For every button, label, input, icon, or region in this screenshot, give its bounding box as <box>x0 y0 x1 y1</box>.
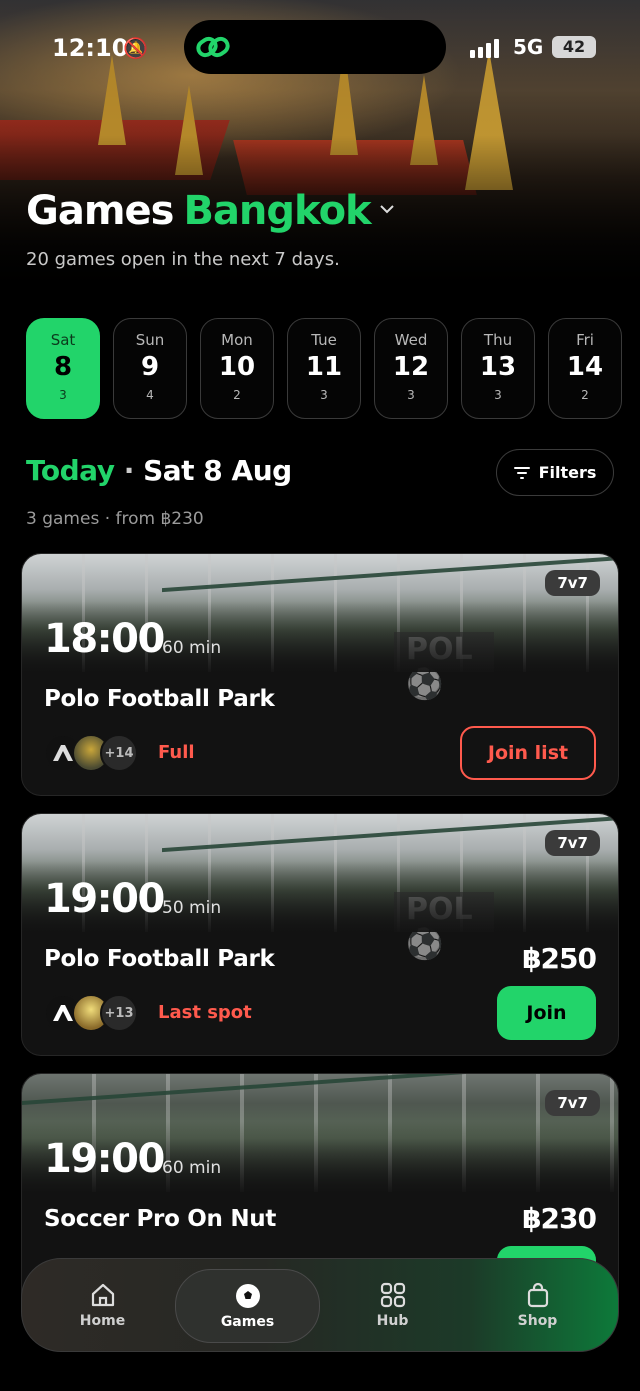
date-chip[interactable]: Mon 10 2 <box>200 318 274 419</box>
game-duration: 60 min <box>162 1158 222 1178</box>
chevron-down-icon[interactable] <box>378 200 396 218</box>
tab-label: Shop <box>517 1313 558 1329</box>
grid-icon <box>380 1282 405 1308</box>
section-date: Sat 8 Aug <box>143 454 292 487</box>
date-count: 3 <box>320 388 328 402</box>
date-day: 9 <box>140 352 160 382</box>
venue-name: Polo Football Park <box>44 946 275 972</box>
brand-logo-icon <box>53 1005 73 1021</box>
battery-icon: 42 <box>552 36 596 58</box>
bottom-tab-bar: Home Games Hub Shop <box>21 1258 619 1352</box>
date-day: 11 <box>305 352 343 382</box>
game-price: ฿230 <box>522 1202 597 1235</box>
home-icon <box>91 1283 114 1307</box>
date-count: 4 <box>146 388 154 402</box>
tab-home[interactable]: Home <box>30 1269 175 1343</box>
date-day: 10 <box>218 352 256 382</box>
tab-shop[interactable]: Shop <box>465 1269 610 1343</box>
bag-icon <box>527 1282 548 1308</box>
venue-name: Polo Football Park <box>44 686 275 712</box>
bell-muted-icon: 🔕 <box>123 36 148 60</box>
join-list-button[interactable]: Join list <box>460 726 596 780</box>
title-games: Games <box>26 188 174 234</box>
tab-label: Hub <box>376 1313 409 1329</box>
more-players-count: +14 <box>100 734 138 772</box>
date-day: 14 <box>566 352 604 382</box>
date-day: 8 <box>53 352 73 382</box>
game-price: ฿250 <box>522 942 597 975</box>
date-count: 3 <box>59 388 67 402</box>
date-dow: Thu <box>483 331 513 349</box>
date-selector: Sat 8 3 Sun 9 4 Mon 10 2 Tue 11 3 Wed 12… <box>26 318 622 419</box>
page-title: Games Bangkok <box>26 188 394 234</box>
ball-icon <box>235 1284 260 1308</box>
status-bar: 12:10 🔕 5G 42 <box>0 20 640 76</box>
network-type: 5G <box>513 35 544 59</box>
format-badge: 7v7 <box>545 830 600 856</box>
tab-label: Home <box>79 1313 126 1329</box>
game-card[interactable]: POL⚽ 7v7 18:00 60 min Polo Football Park… <box>21 553 619 796</box>
date-chip[interactable]: Sat 8 3 <box>26 318 100 419</box>
date-count: 2 <box>233 388 241 402</box>
date-chip[interactable]: Thu 13 3 <box>461 318 535 419</box>
player-avatars: +14 <box>44 734 138 772</box>
date-count: 3 <box>494 388 502 402</box>
page-subtitle: 20 games open in the next 7 days. <box>26 249 340 270</box>
date-chip[interactable]: Wed 12 3 <box>374 318 448 419</box>
filters-label: Filters <box>538 463 597 482</box>
games-summary: 3 games · from ฿230 <box>26 509 204 529</box>
status-time: 12:10 <box>52 34 129 62</box>
game-status: Last spot <box>158 1002 252 1023</box>
signal-icon <box>470 38 499 58</box>
player-avatars: +13 <box>44 994 138 1032</box>
game-status: Full <box>158 742 195 763</box>
game-time: 19:00 <box>44 876 165 922</box>
format-badge: 7v7 <box>545 570 600 596</box>
game-duration: 50 min <box>162 898 222 918</box>
game-duration: 60 min <box>162 638 222 658</box>
city-selector[interactable]: Bangkok <box>183 188 371 234</box>
filters-button[interactable]: Filters <box>496 449 614 496</box>
date-day: 13 <box>479 352 517 382</box>
dynamic-island <box>184 20 446 74</box>
date-day: 12 <box>392 352 430 382</box>
date-chip[interactable]: Fri 14 2 <box>548 318 622 419</box>
date-dow: Mon <box>221 331 253 349</box>
today-label: Today <box>26 454 115 487</box>
tab-games[interactable]: Games <box>175 1269 320 1343</box>
date-chip[interactable]: Sun 9 4 <box>113 318 187 419</box>
date-dow: Sun <box>135 331 165 349</box>
join-button[interactable]: Join <box>497 986 596 1040</box>
format-badge: 7v7 <box>545 1090 600 1116</box>
game-time: 19:00 <box>44 1136 165 1182</box>
tab-hub[interactable]: Hub <box>320 1269 465 1343</box>
more-players-count: +13 <box>100 994 138 1032</box>
date-dow: Wed <box>394 331 428 349</box>
venue-name: Soccer Pro On Nut <box>44 1206 277 1232</box>
game-card[interactable]: POL⚽ 7v7 19:00 50 min Polo Football Park… <box>21 813 619 1056</box>
game-time: 18:00 <box>44 616 165 662</box>
filter-icon <box>513 466 530 479</box>
date-dow: Tue <box>311 331 337 349</box>
date-chip[interactable]: Tue 11 3 <box>287 318 361 419</box>
date-dow: Fri <box>576 331 594 349</box>
date-count: 3 <box>407 388 415 402</box>
link-logo-icon <box>196 36 230 58</box>
brand-logo-icon <box>53 745 73 761</box>
tab-label: Games <box>220 1314 275 1330</box>
date-dow: Sat <box>50 331 76 349</box>
section-heading: Today · Sat 8 Aug <box>26 454 292 487</box>
date-count: 2 <box>581 388 589 402</box>
